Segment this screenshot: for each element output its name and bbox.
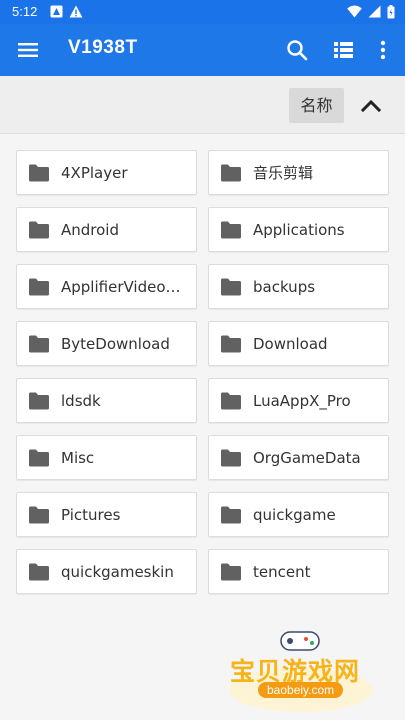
- folder-item[interactable]: LuaAppX_Pro: [208, 378, 389, 423]
- folder-icon: [221, 278, 241, 296]
- folder-item[interactable]: quickgameskin: [16, 549, 197, 594]
- folder-name: Pictures: [61, 506, 121, 524]
- sort-bar: 名称: [0, 76, 405, 134]
- search-icon[interactable]: [283, 36, 311, 64]
- folder-item[interactable]: quickgame: [208, 492, 389, 537]
- folder-name: tencent: [253, 563, 311, 581]
- app-bar: V1938T: [0, 24, 405, 76]
- folder-name: Download: [253, 335, 328, 353]
- folder-icon: [221, 221, 241, 239]
- folder-name: 音乐剪辑: [253, 164, 314, 182]
- app-notification-icon: [50, 5, 63, 18]
- folder-icon: [221, 563, 241, 581]
- watermark-logo: 宝贝游戏网 baobeiy.com: [226, 628, 376, 714]
- folder-icon: [29, 449, 49, 467]
- folder-icon: [221, 392, 241, 410]
- chevron-up-icon[interactable]: [355, 90, 387, 122]
- folder-name: quickgame: [253, 506, 336, 524]
- status-time: 5:12: [12, 4, 38, 19]
- folder-item[interactable]: Pictures: [16, 492, 197, 537]
- signal-icon: [368, 5, 381, 18]
- status-bar: 5:12: [0, 0, 405, 24]
- folder-icon: [29, 392, 49, 410]
- app-title: V1938T: [68, 37, 138, 58]
- folder-item[interactable]: Android: [16, 207, 197, 252]
- folder-item[interactable]: OrgGameData: [208, 435, 389, 480]
- folder-item[interactable]: Applications: [208, 207, 389, 252]
- folder-name: 4XPlayer: [61, 164, 128, 182]
- watermark-url: baobeiy.com: [258, 682, 344, 698]
- wifi-icon: [347, 5, 362, 18]
- folder-name: ByteDownload: [61, 335, 170, 353]
- folder-item[interactable]: ByteDownload: [16, 321, 197, 366]
- battery-icon: [387, 5, 395, 19]
- list-view-icon[interactable]: [329, 36, 357, 64]
- folder-icon: [221, 164, 241, 182]
- menu-icon[interactable]: [14, 36, 42, 64]
- folder-icon: [29, 335, 49, 353]
- folder-name: quickgameskin: [61, 563, 174, 581]
- folder-name: Applications: [253, 221, 345, 239]
- folder-icon: [221, 335, 241, 353]
- more-options-icon[interactable]: [369, 36, 397, 64]
- folder-name: OrgGameData: [253, 449, 361, 467]
- folder-icon: [29, 221, 49, 239]
- folder-item[interactable]: Misc: [16, 435, 197, 480]
- folder-item[interactable]: ldsdk: [16, 378, 197, 423]
- folder-name: ldsdk: [61, 392, 101, 410]
- folder-item[interactable]: 音乐剪辑: [208, 150, 389, 195]
- folder-name: LuaAppX_Pro: [253, 392, 351, 410]
- folder-icon: [29, 278, 49, 296]
- folder-item[interactable]: 4XPlayer: [16, 150, 197, 195]
- folder-item[interactable]: ApplifierVideoCa...: [16, 264, 197, 309]
- folder-item[interactable]: Download: [208, 321, 389, 366]
- sort-by-name-button[interactable]: 名称: [289, 88, 344, 123]
- warning-icon: [69, 5, 83, 18]
- folder-icon: [29, 164, 49, 182]
- folder-icon: [29, 563, 49, 581]
- folder-name: Misc: [61, 449, 95, 467]
- folder-name: Android: [61, 221, 119, 239]
- folder-icon: [221, 449, 241, 467]
- folder-icon: [29, 506, 49, 524]
- folder-icon: [221, 506, 241, 524]
- folder-name: ApplifierVideoCa...: [61, 278, 189, 296]
- folder-item[interactable]: backups: [208, 264, 389, 309]
- folder-item[interactable]: tencent: [208, 549, 389, 594]
- folder-name: backups: [253, 278, 316, 296]
